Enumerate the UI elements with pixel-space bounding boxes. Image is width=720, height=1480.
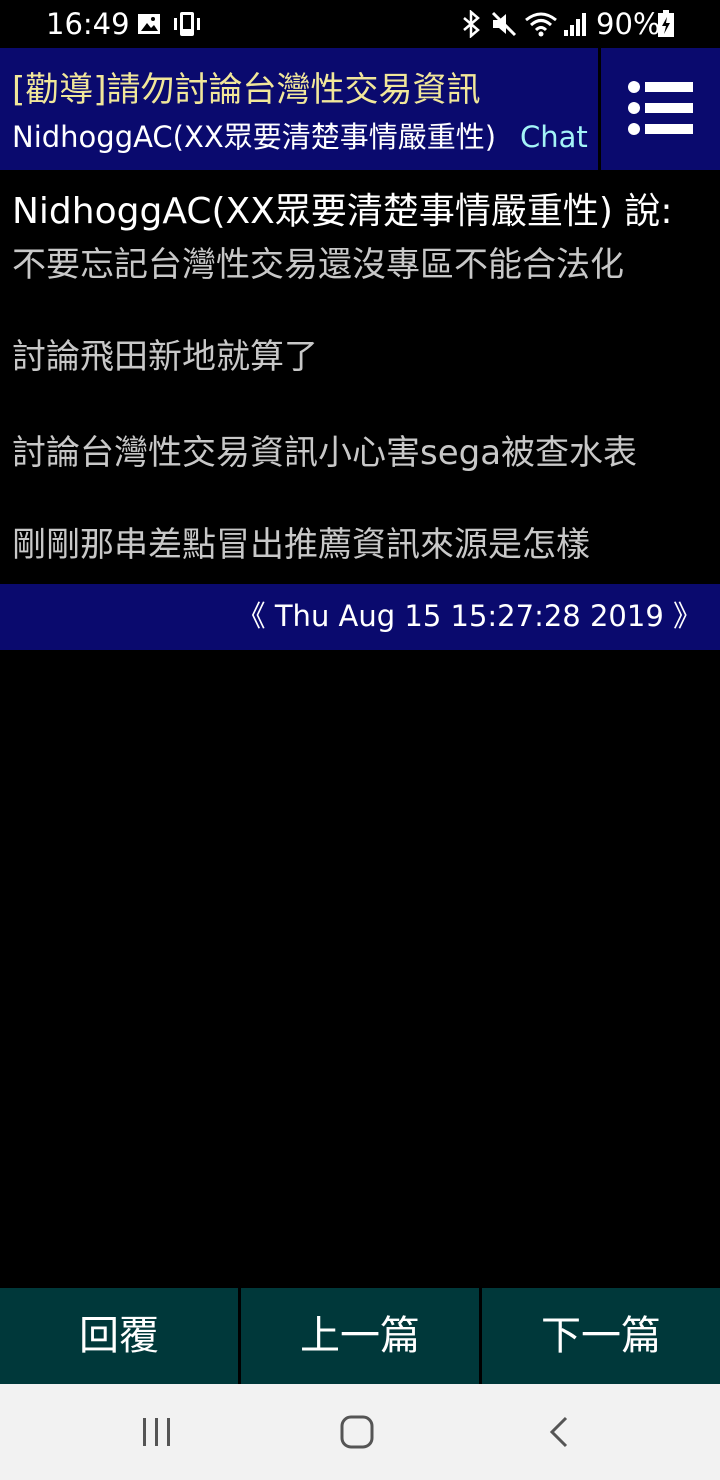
menu-button[interactable] xyxy=(601,48,720,170)
action-bar: 回覆 上一篇 下一篇 xyxy=(0,1288,720,1384)
signal-icon xyxy=(564,13,586,36)
post-date: 《 Thu Aug 15 15:27:28 2019 》 xyxy=(236,599,702,633)
next-article-button[interactable]: 下一篇 xyxy=(482,1288,720,1384)
battery-percent: 90% xyxy=(596,7,661,41)
bluetooth-icon xyxy=(463,10,480,38)
previous-article-button[interactable]: 上一篇 xyxy=(241,1288,479,1384)
phone-vibrate-icon xyxy=(174,12,200,36)
header-titles: [勸導]請勿討論台灣性交易資訊 NidhoggAC(XX眾要清楚事情嚴重性) C… xyxy=(0,48,598,170)
board-name[interactable]: Chat xyxy=(520,118,588,156)
post-line: 剛剛那串差點冒出推薦資訊來源是怎樣 xyxy=(12,525,590,565)
article-title: [勸導]請勿討論台灣性交易資訊 xyxy=(12,70,481,110)
mute-icon xyxy=(491,11,517,37)
recent-apps-icon[interactable] xyxy=(137,1412,177,1452)
image-icon xyxy=(138,14,160,34)
back-icon[interactable] xyxy=(540,1412,580,1452)
navigation-bar xyxy=(0,1384,720,1480)
article-header: [勸導]請勿討論台灣性交易資訊 NidhoggAC(XX眾要清楚事情嚴重性) C… xyxy=(0,48,720,170)
article-author: NidhoggAC(XX眾要清楚事情嚴重性) xyxy=(12,120,497,154)
reply-button[interactable]: 回覆 xyxy=(0,1288,238,1384)
post-line: 不要忘記台灣性交易還沒專區不能合法化 xyxy=(12,245,624,285)
post-line: 討論台灣性交易資訊小心害sega被查水表 xyxy=(12,433,638,473)
post-line: 討論飛田新地就算了 xyxy=(12,337,318,377)
home-icon[interactable] xyxy=(337,1412,377,1452)
battery-charging-icon xyxy=(658,10,674,37)
post-author-line: NidhoggAC(XX眾要清楚事情嚴重性) 說: xyxy=(12,191,673,232)
status-time: 16:49 xyxy=(46,7,130,41)
post-date-bar: 《 Thu Aug 15 15:27:28 2019 》 xyxy=(0,584,720,650)
wifi-icon xyxy=(525,12,557,37)
status-bar: 16:49 90% xyxy=(0,0,720,48)
list-menu-icon xyxy=(628,81,693,135)
